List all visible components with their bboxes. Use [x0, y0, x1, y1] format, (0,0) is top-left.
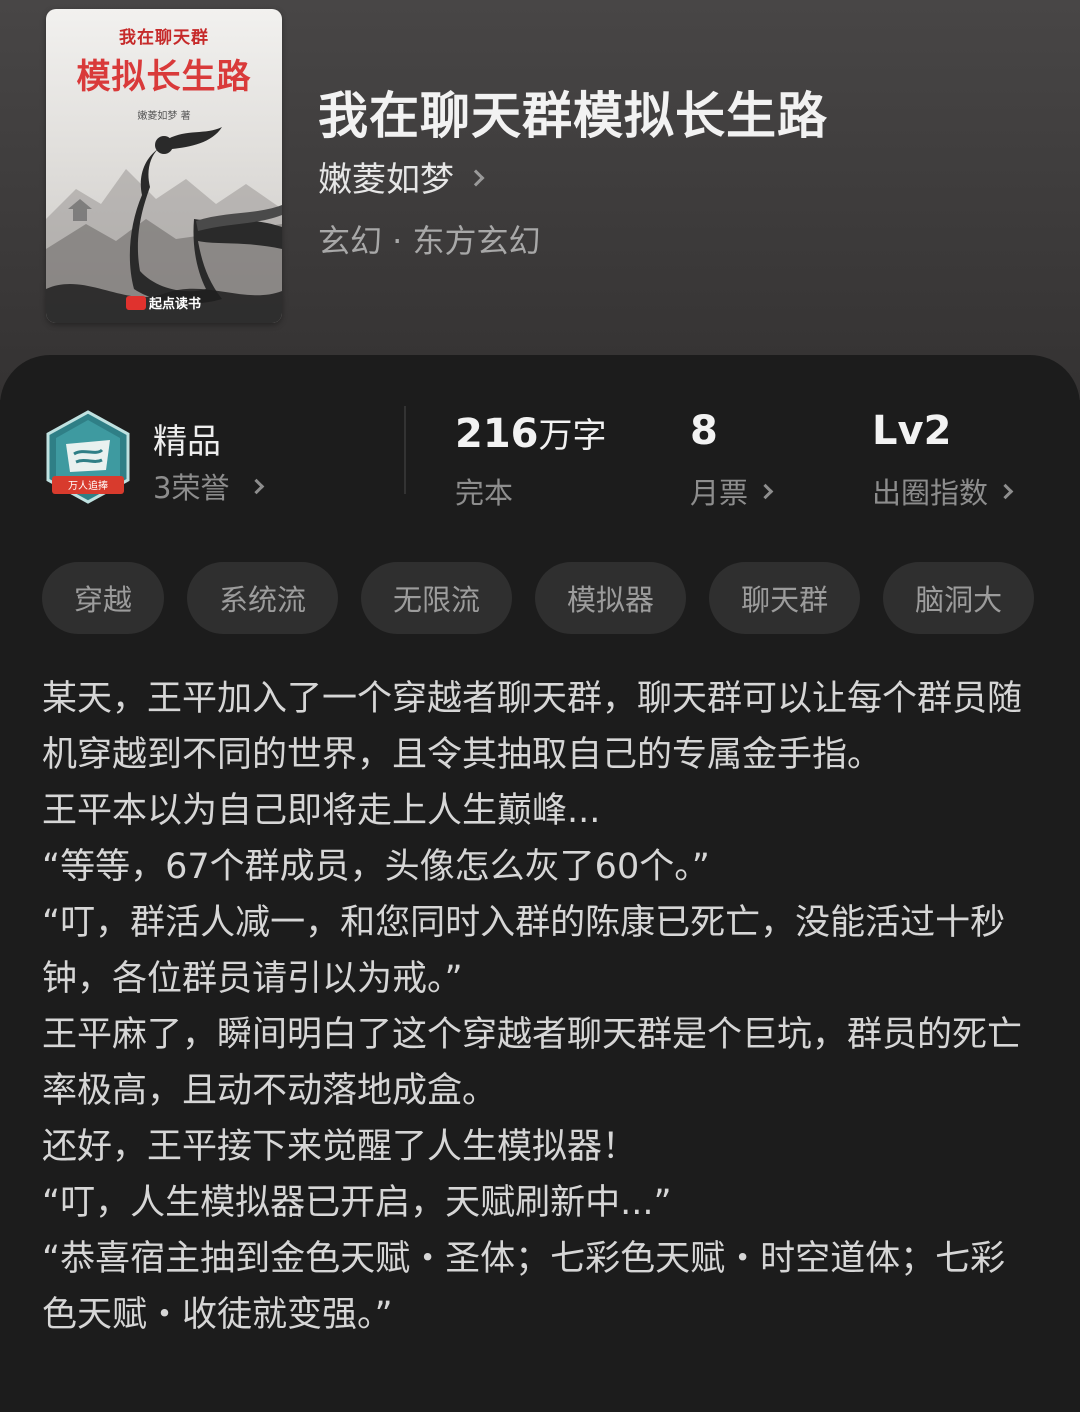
cover-publisher: 起点读书	[149, 297, 202, 312]
chevron-right-icon	[249, 478, 265, 494]
honor-count-label: 3荣誉	[153, 471, 230, 505]
chevron-right-icon	[467, 169, 485, 186]
tag-list: 穿越 系统流 无限流 模拟器 聊天群 脑洞大	[42, 562, 1035, 634]
tag-chip[interactable]: 穿越	[42, 562, 165, 634]
monthly-ticket-link[interactable]: 月票	[690, 470, 774, 512]
synopsis-paragraph: 某天，王平加入了一个穿越者聊天群，聊天群可以让每个群员随机穿越到不同的世界，且令…	[42, 679, 1023, 775]
popularity-index-label: 出圈指数	[872, 476, 989, 510]
synopsis-paragraph: 王平本以为自己即将走上人生巅峰...	[42, 791, 601, 831]
book-synopsis[interactable]: 某天，王平加入了一个穿越者聊天群，聊天群可以让每个群员随机穿越到不同的世界，且令…	[42, 671, 1032, 1343]
book-genre[interactable]: 玄幻 · 东方玄幻	[318, 216, 541, 262]
tag-chip[interactable]: 系统流	[187, 562, 339, 634]
author-link[interactable]: 嫩菱如梦	[318, 152, 485, 201]
cover-small-title: 我在聊天群	[119, 28, 209, 48]
word-count-number: 216	[455, 411, 539, 457]
book-title: 我在聊天群模拟长生路	[318, 86, 828, 145]
completion-status: 完本	[455, 476, 514, 510]
word-count-unit: 万字	[538, 416, 607, 456]
badge-text: 万人追捧	[68, 479, 108, 492]
book-cover[interactable]: 我在聊天群 模拟长生路 嫩菱如梦 著 起点读书	[46, 9, 282, 323]
chevron-right-icon	[997, 483, 1014, 499]
book-header: 我在聊天群 模拟长生路 嫩菱如梦 著 起点读书 我在聊天群模拟长生路 嫩菱如梦 …	[0, 0, 1080, 400]
popularity-level-value: Lv2	[872, 408, 952, 454]
word-count-value: 216万字	[455, 408, 607, 457]
cover-big-title: 模拟长生路	[76, 57, 252, 97]
popularity-index-link[interactable]: 出圈指数	[872, 470, 1014, 512]
monthly-ticket-value: 8	[690, 408, 718, 454]
synopsis-paragraph: 还好，王平接下来觉醒了人生模拟器！	[42, 1127, 638, 1167]
synopsis-paragraph: “等等，67个群成员，头像怎么灰了60个。”	[42, 847, 710, 887]
synopsis-paragraph: “叮，群活人减一，和您同时入群的陈康已死亡，没能活过十秒钟，各位群员请引以为戒。…	[42, 903, 1006, 999]
book-detail-page: 我在聊天群 模拟长生路 嫩菱如梦 著 起点读书 我在聊天群模拟长生路 嫩菱如梦 …	[0, 0, 1080, 1412]
tag-chip[interactable]: 模拟器	[535, 562, 687, 634]
synopsis-paragraph: 王平麻了，瞬间明白了这个穿越者聊天群是个巨坑，群员的死亡率极高，且动不动落地成盒…	[42, 1015, 1023, 1111]
monthly-ticket-label: 月票	[690, 476, 749, 510]
author-name: 嫩菱如梦	[318, 160, 454, 200]
synopsis-paragraph: “叮，人生模拟器已开启，天赋刷新中...”	[42, 1183, 672, 1223]
honor-badge-icon[interactable]: 万人追捧	[44, 410, 132, 506]
synopsis-paragraph: “恭喜宿主抽到金色天赋・圣体；七彩色天赋・时空道体；七彩色天赋・收徒就变强。”	[42, 1239, 1006, 1335]
publisher-logo-icon	[126, 296, 146, 310]
honor-title: 精品	[153, 422, 221, 462]
chevron-right-icon	[757, 483, 774, 499]
tag-chip[interactable]: 脑洞大	[883, 562, 1035, 634]
tag-chip[interactable]: 聊天群	[709, 562, 861, 634]
cover-author-line: 嫩菱如梦 著	[137, 111, 191, 122]
honor-count-link[interactable]: 3荣誉	[153, 465, 265, 507]
tag-chip[interactable]: 无限流	[361, 562, 513, 634]
stats-divider	[404, 406, 406, 494]
